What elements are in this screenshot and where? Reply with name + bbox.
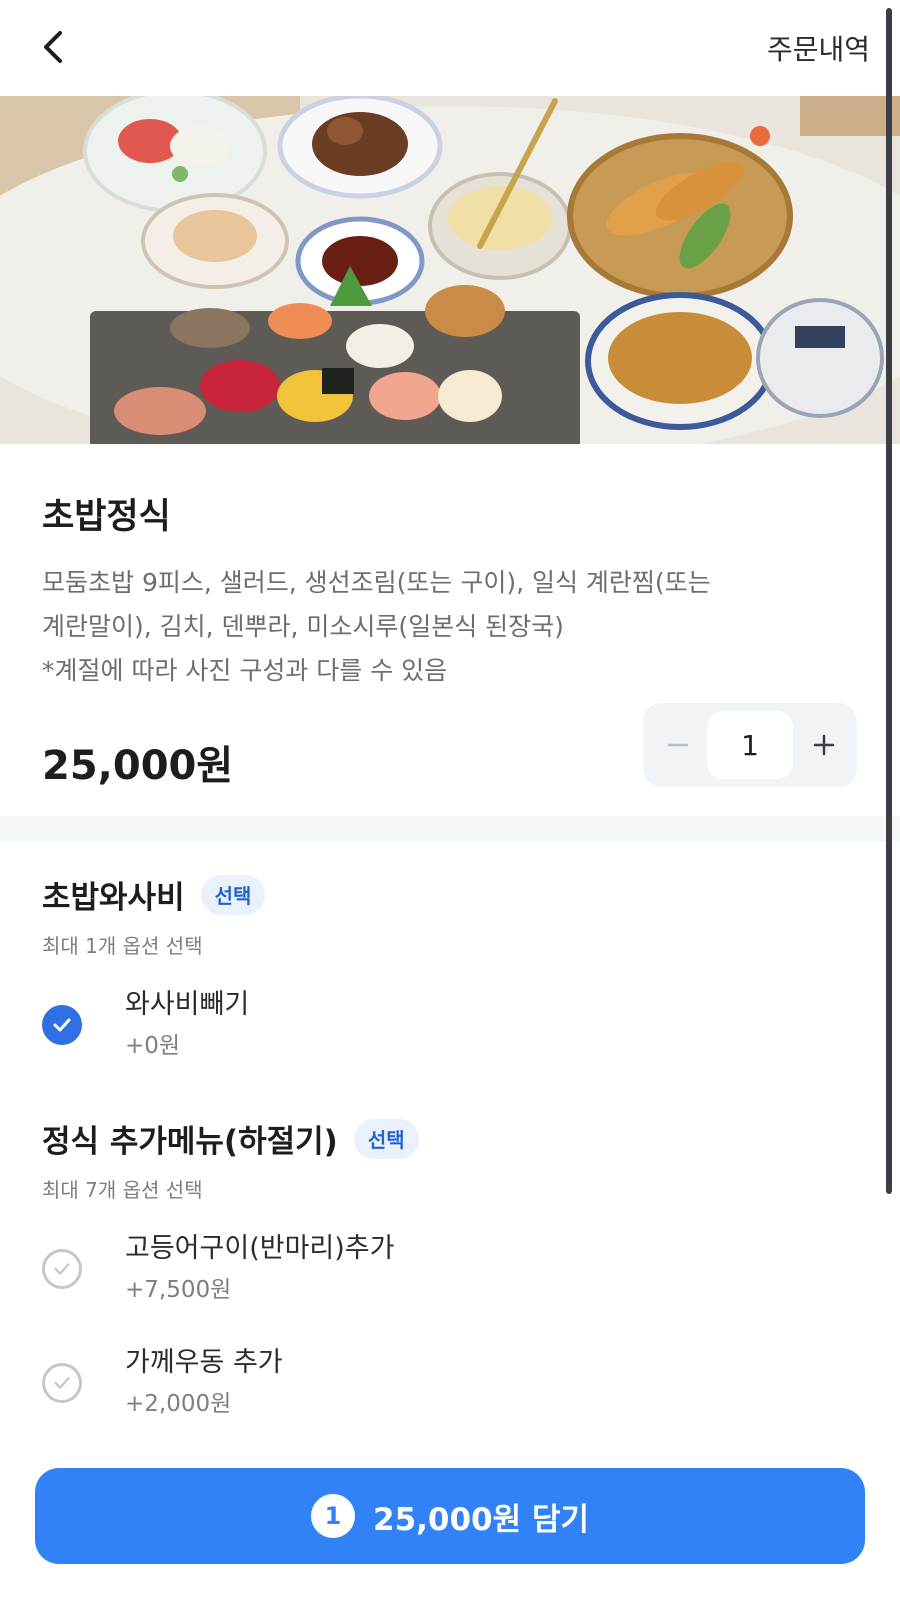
item-description: 모둠초밥 9피스, 샐러드, 생선조림(또는 구이), 일식 계란찜(또는 계란… (42, 561, 862, 693)
description-line: 모둠초밥 9피스, 샐러드, 생선조림(또는 구이), 일식 계란찜(또는 (42, 568, 711, 597)
option-name: 가께우동 추가 (125, 1347, 283, 1378)
option-name: 고등어구이(반마리)추가 (125, 1233, 395, 1264)
scrollbar[interactable] (886, 8, 892, 1194)
option-item[interactable]: 가께우동 추가 +2,000원 (42, 1340, 862, 1430)
add-to-cart-label: 25,000원 담기 (373, 1501, 589, 1538)
option-item[interactable]: 고등어구이(반마리)추가 +7,500원 (42, 1226, 862, 1316)
option-group-header: 초밥와사비 선택 (42, 872, 266, 917)
item-title: 초밥정식 (42, 497, 171, 537)
menu-item-photo (0, 96, 900, 444)
description-line: 계란말이), 김치, 덴뿌라, 미소시루(일본식 된장국) (42, 612, 564, 641)
order-history-link[interactable]: 주문내역 (767, 28, 870, 68)
option-price: +0원 (125, 1033, 181, 1059)
unchecked-circle-icon (42, 1249, 82, 1289)
option-group-badge: 선택 (353, 1118, 419, 1159)
increase-quantity-button[interactable] (803, 724, 845, 766)
item-info: 초밥정식 모둠초밥 9피스, 샐러드, 생선조림(또는 구이), 일식 계란찜(… (42, 488, 862, 693)
quantity-stepper: 1 (643, 703, 857, 787)
option-price: +7,500원 (125, 1277, 232, 1303)
option-item[interactable]: 와사비빼기 +0원 (42, 982, 862, 1072)
cart-count-badge: 1 (311, 1494, 355, 1538)
section-divider (0, 816, 900, 842)
decrease-quantity-button[interactable] (657, 724, 699, 766)
back-button[interactable] (30, 24, 76, 70)
checked-circle-icon (42, 1005, 82, 1045)
chevron-left-icon (44, 31, 62, 63)
option-group-badge: 선택 (200, 874, 266, 915)
option-group-subtitle: 최대 1개 옵션 선택 (42, 934, 203, 958)
option-name: 와사비빼기 (125, 989, 250, 1020)
top-bar: 주문내역 (0, 0, 900, 96)
option-price: +2,000원 (125, 1391, 232, 1417)
option-group-header: 정식 추가메뉴(하절기) 선택 (42, 1116, 419, 1161)
item-price: 25,000원 (42, 743, 234, 789)
unchecked-circle-icon (42, 1363, 82, 1403)
minus-icon (667, 743, 689, 747)
option-group-title: 초밥와사비 (42, 880, 185, 916)
quantity-value: 1 (707, 711, 793, 779)
add-to-cart-button[interactable]: 1 25,000원 담기 (35, 1468, 865, 1564)
option-group-title: 정식 추가메뉴(하절기) (42, 1124, 338, 1160)
option-group-subtitle: 최대 7개 옵션 선택 (42, 1178, 203, 1202)
description-line: *계절에 따라 사진 구성과 다를 수 있음 (42, 656, 448, 685)
plus-icon (813, 734, 835, 756)
